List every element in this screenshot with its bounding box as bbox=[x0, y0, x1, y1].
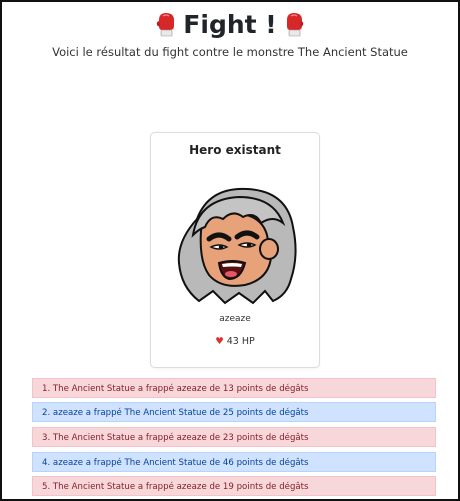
fight-log-entry: 5. The Ancient Statue a frappé azeaze de… bbox=[32, 476, 436, 496]
fight-log-entry: 3. The Ancient Statue a frappé azeaze de… bbox=[32, 427, 436, 447]
hero-card-title: Hero existant bbox=[189, 143, 281, 157]
boxing-glove-icon bbox=[286, 13, 303, 37]
page-frame: Fight ! Voici le résultat du fight contr… bbox=[0, 0, 460, 501]
fight-log-entry: 1. The Ancient Statue a frappé azeaze de… bbox=[32, 378, 436, 398]
title-text: Fight ! bbox=[183, 10, 277, 39]
page-subtitle: Voici le résultat du fight contre le mon… bbox=[52, 45, 408, 59]
hero-hp-value: 43 HP bbox=[226, 336, 255, 347]
hero-name: azeaze bbox=[219, 314, 251, 324]
fight-log-entry: 4. azeaze a frappé The Ancient Statue de… bbox=[32, 452, 436, 472]
hero-hp: ♥ 43 HP bbox=[151, 336, 319, 347]
boxing-glove-icon bbox=[157, 13, 175, 37]
page-title: Fight ! bbox=[2, 8, 458, 42]
heart-icon: ♥ bbox=[215, 336, 224, 347]
fight-log-entry: 2. azeaze a frappé The Ancient Statue de… bbox=[32, 402, 436, 422]
hero-card: Hero existant azeaze ♥ 43 HP bbox=[150, 132, 320, 368]
hero-avatar bbox=[177, 187, 297, 305]
